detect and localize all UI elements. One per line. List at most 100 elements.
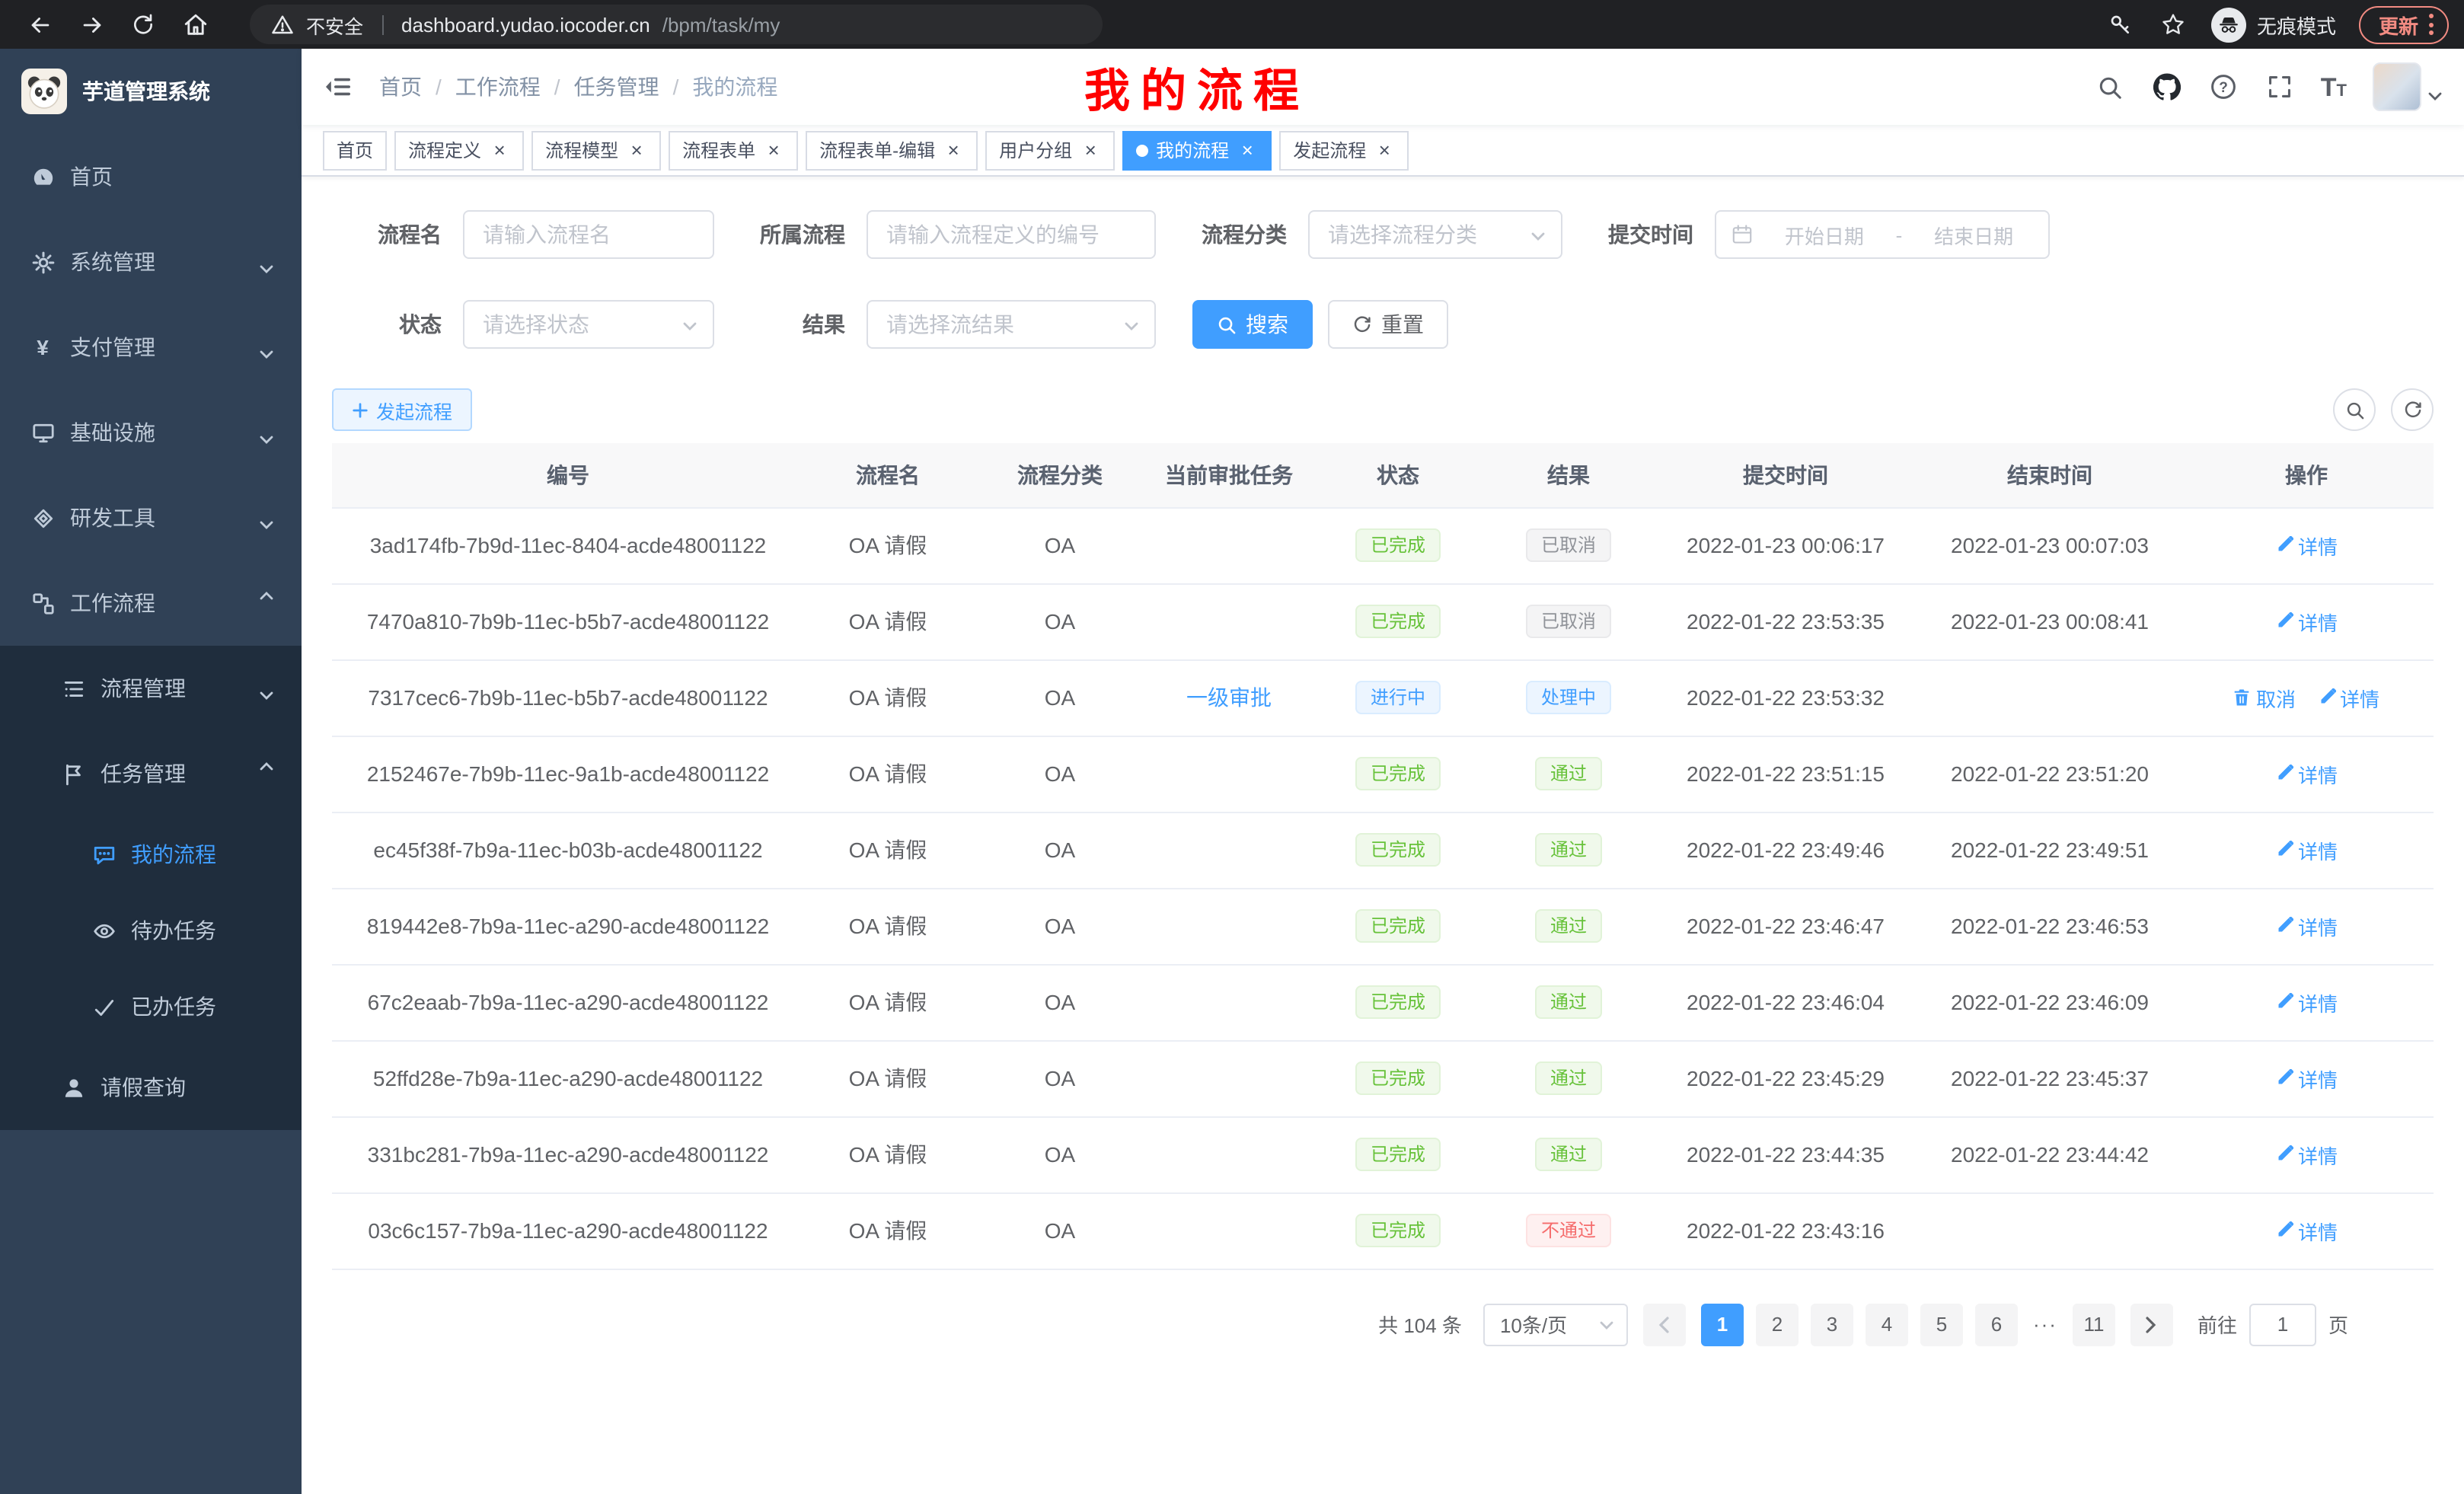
detail-link[interactable]: 详情 bbox=[2275, 759, 2338, 788]
page-number-button[interactable]: 2 bbox=[1756, 1303, 1799, 1346]
tab-close-icon[interactable]: × bbox=[1080, 139, 1101, 161]
page-number-button[interactable]: 11 bbox=[2073, 1303, 2115, 1346]
password-key-icon[interactable] bbox=[2105, 9, 2135, 40]
font-size-icon[interactable]: TT bbox=[2321, 74, 2347, 100]
status-select[interactable]: 请选择状态 bbox=[463, 300, 714, 349]
detail-link[interactable]: 详情 bbox=[2275, 835, 2338, 864]
tab-close-icon[interactable]: × bbox=[943, 139, 964, 161]
help-icon[interactable]: ? bbox=[2208, 72, 2239, 102]
incognito-spy-icon bbox=[2211, 7, 2246, 42]
cell-process-id: 819442e8-7b9a-11ec-a290-acde48001122 bbox=[332, 888, 804, 964]
current-task-link[interactable]: 一级审批 bbox=[1186, 685, 1272, 710]
process-category-select[interactable]: 请选择流程分类 bbox=[1308, 210, 1562, 259]
create-process-button[interactable]: 发起流程 bbox=[332, 388, 472, 431]
reset-button[interactable]: 重置 bbox=[1328, 300, 1448, 349]
detail-link[interactable]: 详情 bbox=[2275, 531, 2338, 560]
goto-page-input[interactable] bbox=[2249, 1303, 2316, 1346]
next-page-button[interactable] bbox=[2130, 1303, 2173, 1346]
app-logo[interactable]: 芋道管理系统 bbox=[0, 49, 302, 134]
detail-link[interactable]: 详情 bbox=[2275, 1140, 2338, 1169]
cell-process-id: 331bc281-7b9a-11ec-a290-acde48001122 bbox=[332, 1116, 804, 1192]
sidebar-item-label: 工作流程 bbox=[70, 588, 155, 618]
breadcrumb-item[interactable]: 工作流程 bbox=[455, 72, 541, 102]
sidebar-item-workflow[interactable]: 工作流程 bbox=[0, 560, 302, 646]
breadcrumb-item[interactable]: 首页 bbox=[379, 72, 422, 102]
table-row: 67c2eaab-7b9a-11ec-a290-acde48001122OA 请… bbox=[332, 964, 2434, 1040]
view-tab[interactable]: 我的流程× bbox=[1122, 130, 1272, 170]
detail-link[interactable]: 详情 bbox=[2275, 911, 2338, 940]
page-number-button[interactable]: 6 bbox=[1975, 1303, 2018, 1346]
process-definition-input[interactable] bbox=[867, 210, 1156, 259]
sidebar-item-system[interactable]: 系统管理 bbox=[0, 219, 302, 305]
view-tab[interactable]: 流程模型 × bbox=[531, 130, 661, 170]
bookmark-star-icon[interactable] bbox=[2158, 9, 2188, 40]
page-number-button[interactable]: 5 bbox=[1920, 1303, 1963, 1346]
sidebar-item-process-management[interactable]: 流程管理 bbox=[0, 646, 302, 731]
sidebar-item-my-process[interactable]: 我的流程 bbox=[0, 816, 302, 892]
update-button[interactable]: 更新 bbox=[2359, 5, 2449, 43]
table-row: 7317cec6-7b9b-11ec-b5b7-acde48001122OA 请… bbox=[332, 659, 2434, 736]
refresh-table-icon[interactable] bbox=[2391, 388, 2434, 431]
view-tab[interactable]: 首页 bbox=[323, 130, 387, 170]
sidebar-item-devtools[interactable]: 研发工具 bbox=[0, 475, 302, 560]
browser-forward-icon[interactable] bbox=[76, 9, 107, 40]
view-tab[interactable]: 流程定义× bbox=[394, 130, 524, 170]
sidebar-item-todo-tasks[interactable]: 待办任务 bbox=[0, 892, 302, 969]
tab-close-icon[interactable]: × bbox=[626, 139, 647, 161]
status-label: 状态 bbox=[347, 309, 442, 340]
github-icon[interactable] bbox=[2152, 72, 2182, 102]
browser-chrome: 不安全 dashboard.yudao.iocoder.cn/bpm/task/… bbox=[0, 0, 2464, 49]
sidebar-item-leave-query[interactable]: 请假查询 bbox=[0, 1045, 302, 1130]
sidebar-item-infrastructure[interactable]: 基础设施 bbox=[0, 390, 302, 475]
sidebar-item-done-tasks[interactable]: 已办任务 bbox=[0, 969, 302, 1045]
tab-close-icon[interactable]: × bbox=[1237, 139, 1258, 161]
navbar-actions: ? TT bbox=[2095, 62, 2443, 111]
page-size-select[interactable]: 10条/页 bbox=[1483, 1303, 1628, 1346]
view-tab[interactable]: 流程表单-编辑× bbox=[806, 130, 978, 170]
avatar[interactable] bbox=[2373, 62, 2421, 111]
sidebar-item-task-management[interactable]: 任务管理 bbox=[0, 731, 302, 816]
tab-label: 流程模型 bbox=[545, 137, 618, 163]
view-tab[interactable]: 流程表单× bbox=[669, 130, 798, 170]
detail-link[interactable]: 详情 bbox=[2275, 1216, 2338, 1245]
search-button[interactable]: 搜索 bbox=[1192, 300, 1313, 349]
browser-reload-icon[interactable] bbox=[128, 9, 158, 40]
column-header-result: 结果 bbox=[1486, 443, 1651, 507]
view-tab[interactable]: 发起流程× bbox=[1279, 130, 1409, 170]
cell-status: 已完成 bbox=[1310, 888, 1486, 964]
breadcrumb-item[interactable]: 任务管理 bbox=[574, 72, 659, 102]
detail-link[interactable]: 详情 bbox=[2275, 988, 2338, 1017]
sidebar-item-home[interactable]: 首页 bbox=[0, 134, 302, 219]
detail-link[interactable]: 详情 bbox=[2275, 607, 2338, 636]
detail-link[interactable]: 详情 bbox=[2317, 683, 2379, 712]
tab-close-icon[interactable]: × bbox=[1374, 139, 1395, 161]
search-icon[interactable] bbox=[2095, 72, 2126, 102]
cell-current-task bbox=[1148, 583, 1310, 659]
process-name-input[interactable] bbox=[463, 210, 714, 259]
address-bar[interactable]: 不安全 dashboard.yudao.iocoder.cn/bpm/task/… bbox=[250, 5, 1103, 44]
browser-back-icon[interactable] bbox=[24, 9, 55, 40]
hamburger-menu-icon[interactable] bbox=[324, 72, 355, 102]
page-ellipsis[interactable]: ··· bbox=[2030, 1313, 2060, 1336]
submit-time-range-picker[interactable]: 开始日期 - 结束日期 bbox=[1715, 210, 2050, 259]
page-number-button[interactable]: 3 bbox=[1811, 1303, 1853, 1346]
result-select[interactable]: 请选择流结果 bbox=[867, 300, 1156, 349]
table-row: 52ffd28e-7b9a-11ec-a290-acde48001122OA 请… bbox=[332, 1040, 2434, 1116]
filter-row-1: 流程名 所属流程 流程分类 请选择流程分类 提交时间 bbox=[332, 210, 2434, 259]
tab-close-icon[interactable]: × bbox=[489, 139, 510, 161]
browser-home-icon[interactable] bbox=[180, 9, 210, 40]
sidebar-item-payment[interactable]: ¥ 支付管理 bbox=[0, 305, 302, 390]
view-tab[interactable]: 用户分组× bbox=[985, 130, 1115, 170]
cell-submit-time: 2022-01-22 23:45:29 bbox=[1651, 1040, 1920, 1116]
user-menu[interactable] bbox=[2373, 62, 2443, 111]
browser-menu-icon[interactable] bbox=[2429, 14, 2434, 35]
detail-link[interactable]: 详情 bbox=[2275, 1064, 2338, 1093]
page-number-button[interactable]: 4 bbox=[1866, 1303, 1908, 1346]
toggle-search-icon[interactable] bbox=[2333, 388, 2376, 431]
tab-close-icon[interactable]: × bbox=[763, 139, 784, 161]
chevron-up-icon bbox=[259, 768, 274, 780]
fullscreen-icon[interactable] bbox=[2265, 72, 2295, 102]
cancel-link[interactable]: 取消 bbox=[2233, 683, 2296, 712]
prev-page-button[interactable] bbox=[1643, 1303, 1686, 1346]
page-number-button[interactable]: 1 bbox=[1701, 1303, 1744, 1346]
